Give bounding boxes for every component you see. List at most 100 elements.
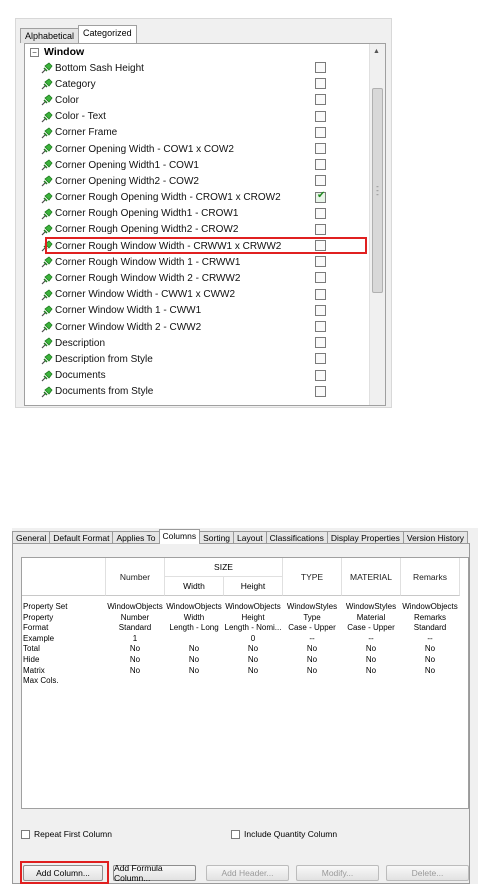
- property-row[interactable]: Corner Rough Window Width 2 - CRWW2: [25, 270, 370, 286]
- header-remarks[interactable]: Remarks: [401, 558, 460, 596]
- grid-cell[interactable]: WindowObjects: [223, 602, 283, 611]
- property-checkbox[interactable]: [315, 288, 326, 300]
- grid-cell[interactable]: --: [400, 634, 460, 643]
- property-checkbox[interactable]: [315, 272, 326, 284]
- grid-cell[interactable]: Standard: [105, 623, 165, 632]
- property-checkbox[interactable]: [315, 126, 326, 138]
- property-row[interactable]: Bottom Sash Height: [25, 60, 370, 76]
- property-row[interactable]: Corner Rough Window Width 1 - CRWW1: [25, 254, 370, 270]
- property-checkbox[interactable]: [315, 175, 326, 187]
- grid-cell[interactable]: No: [105, 655, 165, 664]
- grid-cell[interactable]: Remarks: [400, 613, 460, 622]
- include-quantity-column-option[interactable]: Include Quantity Column: [231, 828, 337, 840]
- property-checkbox[interactable]: [315, 62, 326, 73]
- grid-cell[interactable]: Type: [282, 613, 342, 622]
- property-checkbox[interactable]: [315, 207, 326, 219]
- tab-alphabetical[interactable]: Alphabetical: [20, 28, 80, 43]
- grid-row[interactable]: Property Set WindowObjects WindowObjects Wi…: [22, 602, 468, 612]
- add-formula-column-button[interactable]: Add Formula Column...: [113, 863, 196, 883]
- grid-cell[interactable]: Case - Upper: [282, 623, 342, 632]
- property-checkbox[interactable]: [315, 94, 326, 106]
- grid-cell[interactable]: --: [282, 634, 342, 643]
- grid-row[interactable]: Hide No No No No No No: [22, 655, 468, 665]
- property-row[interactable]: Description from Style: [25, 351, 370, 367]
- property-row[interactable]: Corner Window Width 1 - CWW1: [25, 303, 370, 319]
- grid-cell[interactable]: No: [400, 644, 460, 653]
- collapse-icon[interactable]: −: [30, 47, 39, 57]
- grid-cell[interactable]: No: [400, 666, 460, 675]
- header-width[interactable]: Width: [165, 577, 224, 596]
- property-row[interactable]: Corner Opening Width1 - COW1: [25, 157, 370, 173]
- grid-cell[interactable]: No: [164, 655, 224, 664]
- header-material[interactable]: MATERIAL: [342, 558, 401, 596]
- grid-cell[interactable]: No: [400, 655, 460, 664]
- grid-cell[interactable]: No: [223, 655, 283, 664]
- grid-row[interactable]: Property Number Width Height Type Material Rem…: [22, 613, 468, 623]
- property-row[interactable]: Corner Rough Opening Width1 - CROW1: [25, 206, 370, 222]
- grid-cell[interactable]: Height: [223, 613, 283, 622]
- grid-cell[interactable]: --: [341, 634, 401, 643]
- grid-cell[interactable]: WindowObjects: [105, 602, 165, 611]
- property-row[interactable]: Color - Text: [25, 109, 370, 125]
- vertical-scrollbar[interactable]: ▲ ---: [369, 44, 385, 405]
- grid-cell[interactable]: Case - Upper: [341, 623, 401, 632]
- property-row[interactable]: Corner Frame: [25, 125, 370, 141]
- repeat-first-column-option[interactable]: Repeat First Column: [21, 828, 112, 840]
- property-row[interactable]: Color: [25, 92, 370, 108]
- property-checkbox[interactable]: [315, 223, 326, 235]
- property-row[interactable]: Documents from Style: [25, 384, 370, 400]
- grid-cell[interactable]: Length - Long: [164, 623, 224, 632]
- property-checkbox[interactable]: [315, 256, 326, 268]
- header-number[interactable]: Number: [106, 558, 165, 596]
- header-size-group[interactable]: SIZE: [165, 558, 283, 577]
- header-height[interactable]: Height: [224, 577, 283, 596]
- property-checkbox[interactable]: [315, 321, 326, 332]
- grid-row[interactable]: Total No No No No No No: [22, 644, 468, 654]
- grid-cell[interactable]: WindowObjects: [164, 602, 224, 611]
- property-checkbox[interactable]: [315, 353, 326, 365]
- property-checkbox[interactable]: [315, 337, 326, 349]
- property-row[interactable]: Description: [25, 335, 370, 351]
- group-header-window[interactable]: − Window: [25, 44, 370, 60]
- grid-cell[interactable]: Length - Nomi...: [223, 623, 283, 632]
- tab-columns[interactable]: Columns: [158, 529, 201, 544]
- grid-cell[interactable]: No: [282, 655, 342, 664]
- grid-cell[interactable]: WindowStyles: [282, 602, 342, 611]
- repeat-first-column-checkbox[interactable]: [21, 829, 30, 839]
- property-checkbox[interactable]: [315, 159, 326, 171]
- scrollbar-thumb[interactable]: ---: [372, 88, 383, 293]
- grid-cell[interactable]: Number: [105, 613, 165, 622]
- scroll-up-arrow-icon[interactable]: ▲: [373, 48, 380, 55]
- grid-cell[interactable]: No: [341, 655, 401, 664]
- grid-row[interactable]: Matrix No No No No No No: [22, 666, 468, 676]
- property-checkbox[interactable]: [315, 110, 326, 122]
- tab-categorized[interactable]: Categorized: [78, 25, 137, 43]
- property-checkbox[interactable]: [315, 78, 326, 90]
- grid-cell[interactable]: No: [282, 666, 342, 675]
- grid-cell[interactable]: No: [164, 644, 224, 653]
- property-checkbox[interactable]: [315, 385, 326, 397]
- property-checkbox[interactable]: [315, 142, 326, 154]
- grid-cell[interactable]: No: [341, 644, 401, 653]
- add-header-button[interactable]: Add Header...: [206, 865, 289, 881]
- modify-button[interactable]: Modify...: [296, 865, 379, 881]
- grid-row[interactable]: Format Standard Length - Long Length - Nomi…: [22, 623, 468, 633]
- grid-cell[interactable]: Standard: [400, 623, 460, 632]
- grid-cell[interactable]: No: [282, 644, 342, 653]
- grid-row[interactable]: Max Cols.: [22, 676, 468, 686]
- property-row[interactable]: Corner Window Width 2 - CWW2: [25, 319, 370, 335]
- property-checkbox[interactable]: [315, 369, 326, 381]
- property-row[interactable]: Category: [25, 76, 370, 92]
- grid-cell[interactable]: 0: [223, 634, 283, 643]
- grid-cell[interactable]: No: [105, 666, 165, 675]
- grid-cell[interactable]: No: [164, 666, 224, 675]
- property-row[interactable]: Documents: [25, 368, 370, 384]
- grid-cell[interactable]: WindowStyles: [341, 602, 401, 611]
- grid-cell[interactable]: Material: [341, 613, 401, 622]
- grid-cell[interactable]: No: [223, 644, 283, 653]
- grid-cell[interactable]: No: [105, 644, 165, 653]
- grid-cell[interactable]: Width: [164, 613, 224, 622]
- grid-cell[interactable]: 1: [105, 634, 165, 643]
- delete-button[interactable]: Delete...: [386, 865, 469, 881]
- property-checkbox[interactable]: [315, 304, 326, 316]
